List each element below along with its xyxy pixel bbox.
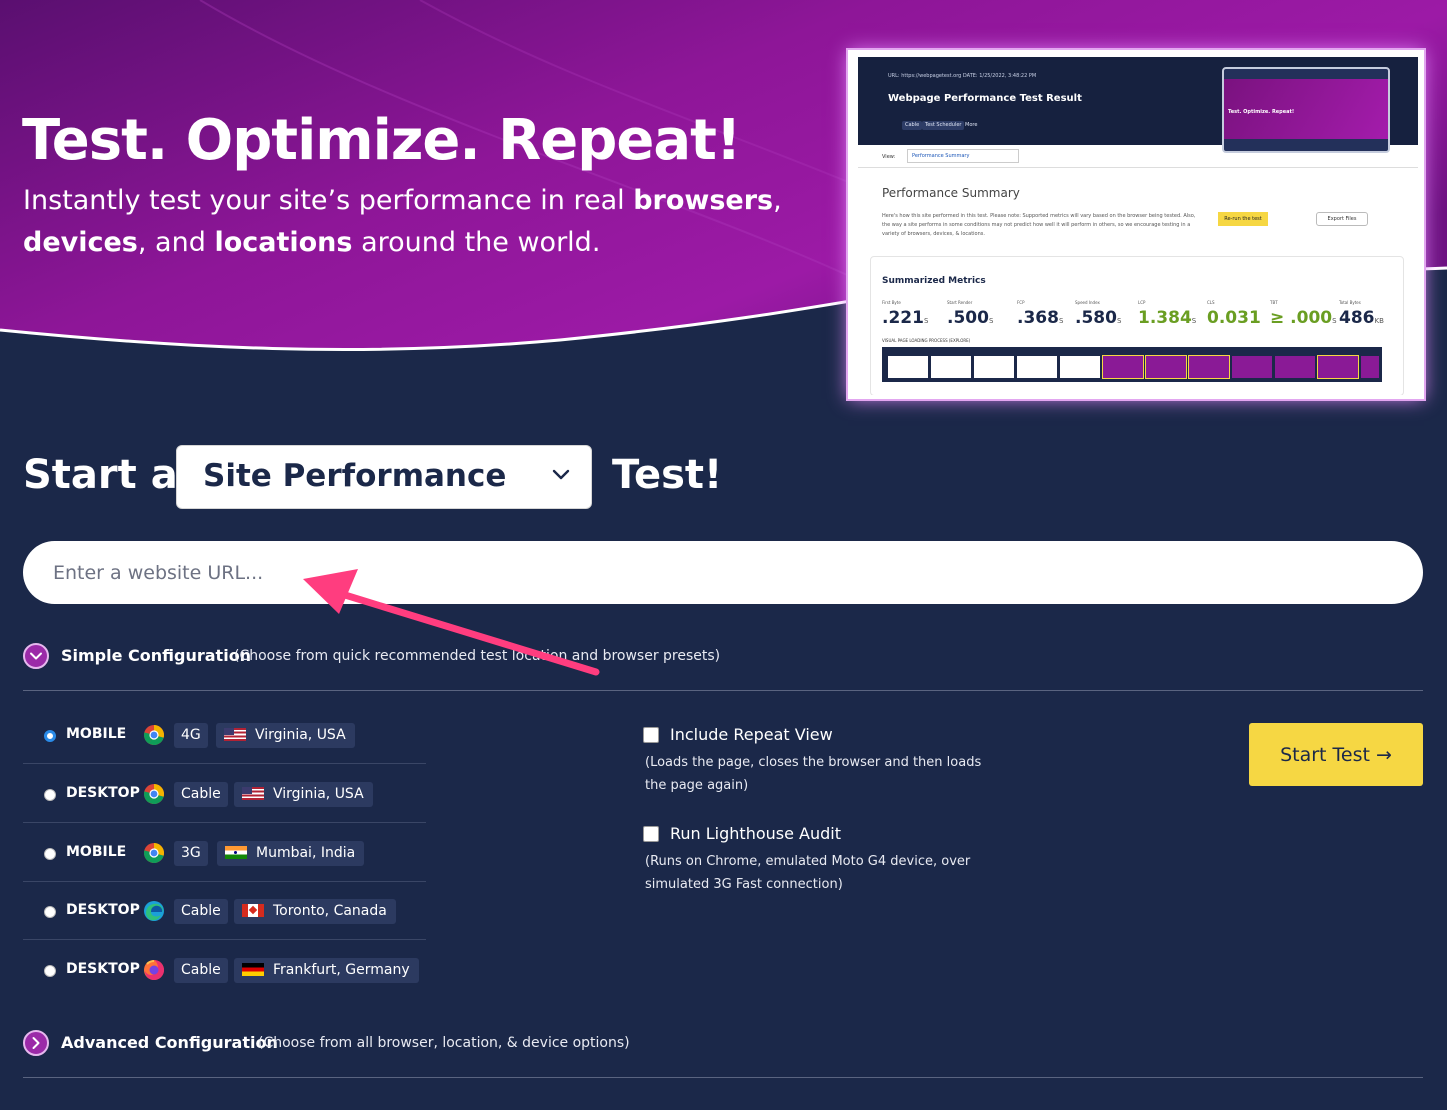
start-test-button[interactable]: Start Test → bbox=[1249, 723, 1423, 786]
preview-summary-title: Performance Summary bbox=[882, 186, 1020, 200]
hero-subtitle: Instantly test your site’s performance i… bbox=[23, 185, 782, 258]
preset-radio[interactable] bbox=[44, 906, 56, 918]
preset-connection: 4G bbox=[174, 723, 208, 748]
preview-visual-label: VISUAL PAGE LOADING PROCESS (EXPLORE) bbox=[882, 338, 971, 343]
preset-device: DESKTOP bbox=[66, 902, 140, 918]
preset-row[interactable]: MOBILE 3G Mumbai, India bbox=[23, 824, 426, 882]
preset-radio[interactable] bbox=[44, 965, 56, 977]
results-preview-image: URL: https://webpagetest.org DATE: 1/25/… bbox=[848, 50, 1424, 399]
preset-device: DESKTOP bbox=[66, 785, 140, 801]
preview-export-button: Export Files bbox=[1316, 212, 1368, 226]
preset-device: MOBILE bbox=[66, 844, 127, 860]
repeat-view-description: (Loads the page, closes the browser and … bbox=[645, 755, 982, 793]
preset-radio[interactable] bbox=[44, 730, 56, 742]
preview-metric: Start Render .500S bbox=[947, 300, 994, 328]
test-suffix-label: Test! bbox=[612, 452, 723, 498]
preset-row[interactable]: MOBILE 4G Virginia, USA bbox=[23, 706, 426, 764]
advanced-config-header[interactable]: Advanced Configuration (Choose from all … bbox=[23, 1030, 663, 1058]
repeat-view-label[interactable]: Include Repeat View bbox=[670, 725, 833, 744]
firefox-icon bbox=[144, 960, 164, 980]
lighthouse-description: (Runs on Chrome, emulated Moto G4 device… bbox=[645, 854, 971, 892]
test-type-select[interactable]: Site Performance bbox=[176, 445, 592, 509]
edge-icon bbox=[144, 901, 164, 921]
preview-mini-screenshot: Test. Optimize. Repeat! bbox=[1222, 67, 1390, 153]
chrome-icon bbox=[143, 784, 165, 805]
advanced-config-title: Advanced Configuration bbox=[61, 1033, 278, 1052]
chevron-down-icon[interactable] bbox=[23, 643, 49, 669]
canada-flag-icon bbox=[242, 904, 264, 917]
divider bbox=[23, 690, 1423, 691]
preset-location: Mumbai, India bbox=[217, 841, 365, 866]
divider bbox=[23, 1077, 1423, 1078]
preview-view-select: Performance Summary bbox=[907, 149, 1019, 163]
advanced-config-description: (Choose from all browser, location, & de… bbox=[258, 1035, 630, 1051]
preset-connection: Cable bbox=[174, 782, 228, 807]
preview-view-label: View: bbox=[882, 154, 896, 160]
germany-flag-icon bbox=[242, 963, 264, 976]
chrome-icon bbox=[143, 725, 165, 746]
preview-metrics-title: Summarized Metrics bbox=[882, 276, 986, 286]
test-type-value: Site Performance bbox=[203, 458, 507, 494]
preview-chip: Cable bbox=[902, 121, 923, 130]
preview-chip: More bbox=[965, 122, 978, 128]
preset-row[interactable]: DESKTOP Cable Toronto, Canada bbox=[23, 882, 426, 940]
chrome-icon bbox=[143, 843, 165, 864]
preset-row[interactable]: DESKTOP Cable Virginia, USA bbox=[23, 765, 426, 823]
preset-location: Virginia, USA bbox=[234, 782, 373, 807]
us-flag-icon bbox=[224, 728, 246, 741]
preset-connection: 3G bbox=[174, 841, 208, 866]
preset-connection: Cable bbox=[174, 958, 228, 983]
preview-metric: Speed Index .580S bbox=[1075, 300, 1122, 328]
preset-location: Frankfurt, Germany bbox=[234, 958, 419, 983]
simple-config-title: Simple Configuration bbox=[61, 646, 252, 665]
india-flag-icon bbox=[225, 846, 247, 859]
preview-header: URL: https://webpagetest.org DATE: 1/25/… bbox=[858, 57, 1418, 153]
preset-connection: Cable bbox=[174, 899, 228, 924]
preset-device: MOBILE bbox=[66, 726, 127, 742]
preset-location: Virginia, USA bbox=[216, 723, 355, 748]
preset-radio[interactable] bbox=[44, 789, 56, 801]
preview-rerun-button: Re-run the test bbox=[1218, 212, 1268, 226]
preview-metric: TBT ≥ .000S bbox=[1270, 300, 1337, 328]
preset-location: Toronto, Canada bbox=[234, 899, 396, 924]
preview-metric: Total Bytes 486KB bbox=[1339, 300, 1384, 328]
preview-metric: LCP 1.384S bbox=[1138, 300, 1197, 328]
lighthouse-checkbox[interactable] bbox=[643, 826, 659, 842]
url-input[interactable] bbox=[23, 541, 1423, 604]
repeat-view-checkbox[interactable] bbox=[643, 727, 659, 743]
hero-title: Test. Optimize. Repeat! bbox=[22, 108, 741, 173]
simple-config-description: (Choose from quick recommended test loca… bbox=[234, 648, 721, 664]
preview-metric: CLS 0.031 bbox=[1207, 300, 1261, 328]
chevron-down-icon bbox=[552, 469, 570, 480]
preset-row[interactable]: DESKTOP Cable Frankfurt, Germany bbox=[23, 941, 426, 999]
preview-chip: Test Scheduler bbox=[922, 121, 965, 130]
preview-summary-desc: Here's how this site performed in this t… bbox=[882, 213, 1196, 237]
preview-title: Webpage Performance Test Result bbox=[888, 93, 1082, 104]
preset-radio[interactable] bbox=[44, 848, 56, 860]
preview-metric: FCP .368S bbox=[1017, 300, 1064, 328]
preview-filmstrip bbox=[882, 347, 1382, 382]
preview-metric: First Byte .221S bbox=[882, 300, 929, 328]
preset-device: DESKTOP bbox=[66, 961, 140, 977]
preview-meta: URL: https://webpagetest.org DATE: 1/25/… bbox=[888, 73, 1037, 79]
simple-config-header[interactable]: Simple Configuration (Choose from quick … bbox=[23, 643, 723, 671]
chevron-right-icon[interactable] bbox=[23, 1030, 49, 1056]
start-a-label: Start a bbox=[23, 452, 178, 498]
us-flag-icon bbox=[242, 787, 264, 800]
lighthouse-label[interactable]: Run Lighthouse Audit bbox=[670, 824, 841, 843]
